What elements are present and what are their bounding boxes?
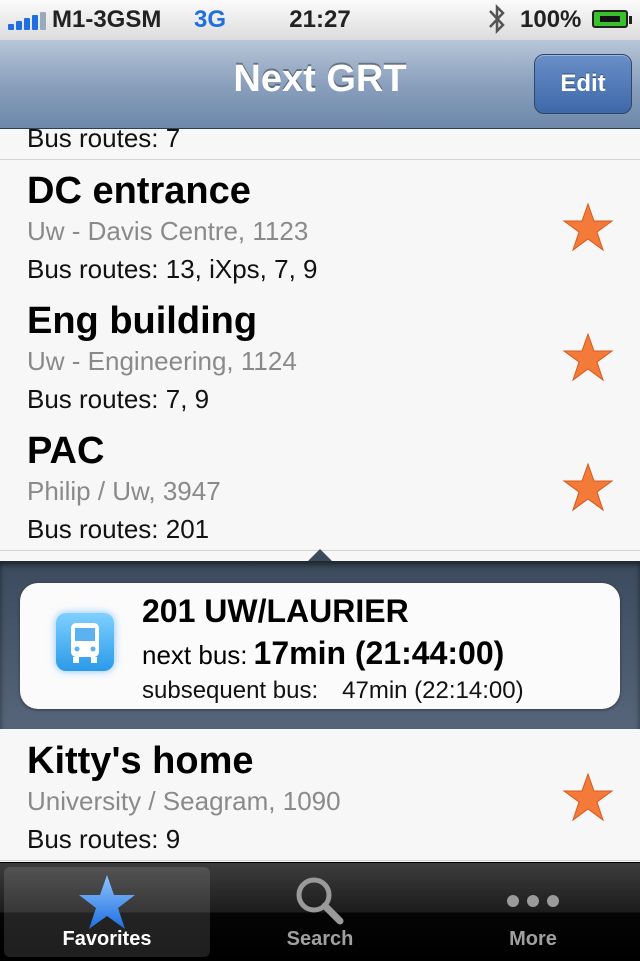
search-icon [296,877,344,925]
list-item[interactable]: Bus routes: 7 [0,129,640,160]
detail-pointer [308,549,332,561]
tab-more[interactable]: More [430,867,636,957]
star-icon [79,875,135,929]
favorites-list: Bus routes: 7 DC entrance Uw - Davis Cen… [0,129,640,862]
bluetooth-icon [489,3,505,35]
more-icon [507,895,559,907]
stop-name: PAC [27,430,105,472]
battery-percentage: 100% [520,6,582,33]
status-bar: M1-3GSM 3G 21:27 100% [0,0,640,41]
tab-search[interactable]: Search [217,867,423,957]
subsequent-bus-label: subsequent bus: [142,677,319,704]
stop-subtitle: Uw - Engineering, 1124 [27,346,297,376]
stop-name: DC entrance [27,170,251,212]
next-bus-value: 17min (21:44:00) [253,635,505,671]
next-bus-label: next bus: [142,640,248,670]
stop-routes: Bus routes: 7 [27,129,181,153]
stop-routes: Bus routes: 13, iXps, 7, 9 [27,254,318,284]
bus-detail-card[interactable]: 201 UW/LAURIER next bus: 17min (21:44:00)… [20,583,620,709]
subsequent-bus-value: 47min (22:14:00) [342,677,524,704]
subsequent-bus-line: subsequent bus: 47min (22:14:00) [142,677,524,705]
tab-label: Search [286,928,354,950]
favorite-star-icon[interactable] [562,462,614,512]
bus-icon [56,613,114,671]
stop-name: Kitty's home [27,740,254,782]
route-title: 201 UW/LAURIER [142,593,409,629]
next-bus-line: next bus: 17min (21:44:00) [142,635,504,672]
favorite-star-icon[interactable] [562,202,614,252]
tab-label: More [509,928,557,950]
list-item[interactable]: Kitty's home University / Seagram, 1090 … [0,730,640,861]
navigation-bar: Next GRT Edit [0,40,640,129]
stop-name: Eng building [27,300,258,342]
favorite-star-icon[interactable] [562,772,614,822]
battery-charging-icon [592,10,632,28]
stop-routes: Bus routes: 201 [27,514,210,544]
list-item[interactable]: DC entrance Uw - Davis Centre, 1123 Bus … [0,160,640,291]
stop-routes: Bus routes: 7, 9 [27,384,210,414]
tab-favorites[interactable]: Favorites [4,867,210,957]
stop-subtitle: Uw - Davis Centre, 1123 [27,216,309,246]
list-item[interactable]: Eng building Uw - Engineering, 1124 Bus … [0,290,640,421]
favorite-star-icon[interactable] [562,332,614,382]
tab-label: Favorites [62,928,152,950]
edit-button[interactable]: Edit [534,54,632,114]
tab-bar: Favorites Search More [0,862,640,961]
stop-subtitle: Philip / Uw, 3947 [27,476,221,506]
bus-detail-panel: 201 UW/LAURIER next bus: 17min (21:44:00)… [0,549,640,729]
list-item[interactable]: PAC Philip / Uw, 3947 Bus routes: 201 [0,420,640,551]
stop-routes: Bus routes: 9 [27,824,181,854]
stop-subtitle: University / Seagram, 1090 [27,786,341,816]
